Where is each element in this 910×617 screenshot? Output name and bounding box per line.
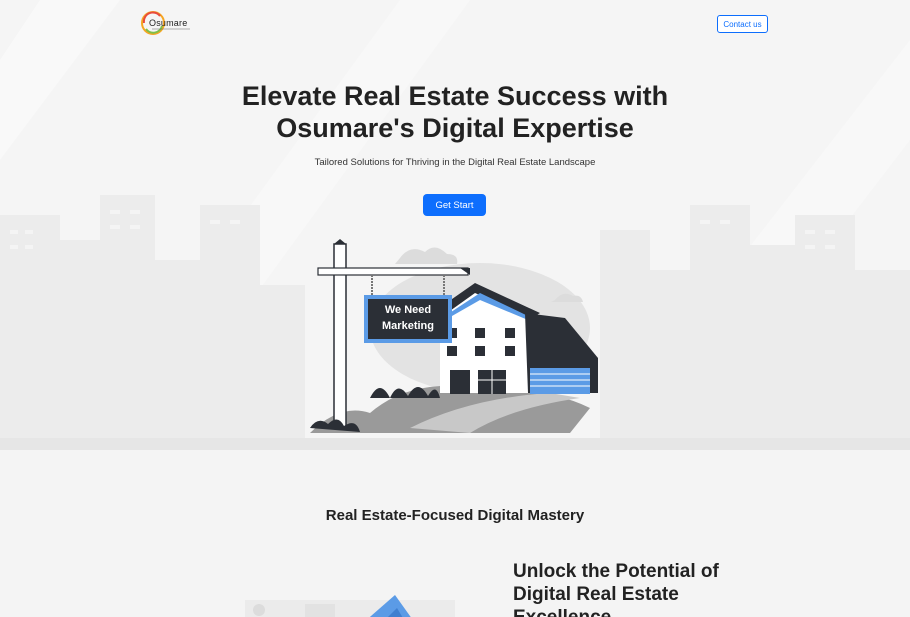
sign-line-1: We Need: [384, 304, 432, 316]
section-divider: [0, 438, 910, 450]
hero-subtitle: Tailored Solutions for Thriving in the D…: [314, 157, 596, 168]
contact-button[interactable]: Contact us: [717, 15, 768, 33]
navbar: Osumare Contact us: [0, 0, 910, 50]
section-title: Real Estate-Focused Digital Mastery: [325, 507, 585, 524]
get-start-button[interactable]: Get Start: [423, 194, 486, 216]
hero-section: Osumare Contact us Elevate Real Estate S…: [0, 0, 910, 440]
feature-illustration-icon: [245, 595, 455, 617]
sign-text: We Need Marketing: [366, 302, 450, 334]
feature-title: Unlock the Potential of Digital Real Est…: [513, 561, 719, 617]
house-illustration-icon: [310, 239, 598, 433]
house-illustration: We Need Marketing: [300, 238, 610, 438]
hero-title: Elevate Real Estate Success with Osumare…: [241, 81, 669, 143]
logo[interactable]: Osumare: [140, 8, 196, 38]
sign-line-2: Marketing: [382, 320, 434, 332]
features-section: Real Estate-Focused Digital Mastery Unlo…: [0, 450, 910, 617]
feature-illustration: [245, 590, 455, 617]
logo-text: Osumare: [149, 18, 188, 28]
